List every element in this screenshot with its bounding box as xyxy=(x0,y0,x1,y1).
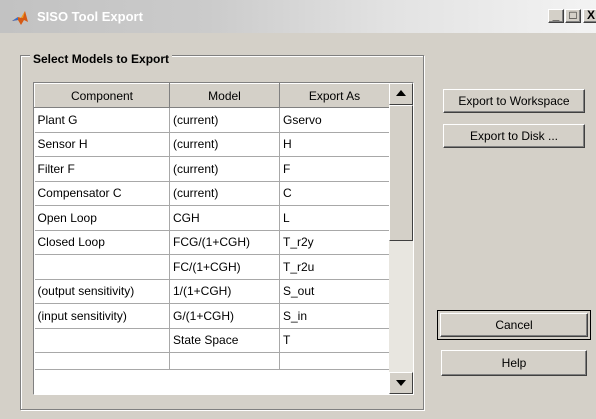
minimize-icon: _ xyxy=(552,8,560,22)
table-row[interactable] xyxy=(34,352,390,370)
model-cell: 1/(1+CGH) xyxy=(169,279,280,304)
table-row[interactable]: (output sensitivity) 1/(1+CGH) S_out xyxy=(34,279,390,304)
component-cell: Open Loop xyxy=(34,205,170,231)
model-cell: FC/(1+CGH) xyxy=(169,254,280,280)
arrow-down-icon xyxy=(396,380,406,386)
help-button[interactable]: Help xyxy=(441,350,587,376)
export-as-cell[interactable]: S_out xyxy=(279,279,390,304)
table-row[interactable]: Plant G (current) Gservo xyxy=(34,107,390,133)
component-cell xyxy=(34,254,170,280)
arrow-up-icon xyxy=(396,90,406,96)
export-as-cell[interactable]: C xyxy=(279,181,390,206)
title-bar[interactable]: SISO Tool Export _ □ X xyxy=(0,0,596,33)
scroll-thumb[interactable] xyxy=(389,105,413,241)
column-header-model[interactable]: Model xyxy=(169,83,280,108)
table-row[interactable]: Open Loop CGH L xyxy=(34,205,390,231)
matlab-logo-icon xyxy=(12,11,28,25)
model-cell: (current) xyxy=(169,181,280,206)
model-cell xyxy=(169,352,280,370)
table-row[interactable]: Compensator C (current) C xyxy=(34,181,390,206)
table-row[interactable]: Sensor H (current) H xyxy=(34,132,390,157)
export-to-disk-button[interactable]: Export to Disk ... xyxy=(443,124,585,148)
export-as-cell[interactable]: H xyxy=(279,132,390,157)
model-cell: (current) xyxy=(169,107,280,133)
maximize-icon: □ xyxy=(569,8,577,22)
table-row[interactable]: (input sensitivity) G/(1+CGH) S_in xyxy=(34,303,390,329)
component-cell: Sensor H xyxy=(34,132,170,157)
export-as-cell[interactable] xyxy=(279,352,390,370)
model-cell: FCG/(1+CGH) xyxy=(169,230,280,255)
column-header-component[interactable]: Component xyxy=(34,83,170,108)
export-as-cell[interactable]: Gservo xyxy=(279,107,390,133)
model-cell: G/(1+CGH) xyxy=(169,303,280,329)
models-table-container: Component Model Export As Plant G (curre… xyxy=(33,82,414,395)
component-cell xyxy=(34,352,170,370)
export-as-cell[interactable]: S_in xyxy=(279,303,390,329)
vertical-scrollbar[interactable] xyxy=(389,83,413,394)
scroll-up-button[interactable] xyxy=(389,83,413,105)
close-button[interactable]: X xyxy=(583,8,596,23)
model-cell: (current) xyxy=(169,156,280,182)
component-cell: (input sensitivity) xyxy=(34,303,170,329)
table-row[interactable]: State Space T xyxy=(34,328,390,353)
component-cell: (output sensitivity) xyxy=(34,279,170,304)
export-as-cell[interactable]: T xyxy=(279,328,390,353)
close-icon: X xyxy=(586,8,595,22)
model-cell: State Space xyxy=(169,328,280,353)
group-label: Select Models to Export xyxy=(30,52,173,66)
model-cell: (current) xyxy=(169,132,280,157)
table-header-row: Component Model Export As xyxy=(34,83,390,108)
cancel-button[interactable]: Cancel xyxy=(437,310,591,340)
component-cell xyxy=(34,328,170,353)
scroll-down-button[interactable] xyxy=(389,372,413,394)
export-as-cell[interactable]: F xyxy=(279,156,390,182)
models-table: Component Model Export As Plant G (curre… xyxy=(34,83,390,370)
component-cell: Plant G xyxy=(34,107,170,133)
export-to-workspace-button[interactable]: Export to Workspace xyxy=(443,89,585,113)
model-cell: CGH xyxy=(169,205,280,231)
export-as-cell[interactable]: T_r2u xyxy=(279,254,390,280)
export-as-cell[interactable]: T_r2y xyxy=(279,230,390,255)
table-row[interactable]: Filter F (current) F xyxy=(34,156,390,182)
siso-export-window: SISO Tool Export _ □ X Select Models to … xyxy=(0,0,596,419)
component-cell: Filter F xyxy=(34,156,170,182)
minimize-button[interactable]: _ xyxy=(548,8,564,23)
component-cell: Compensator C xyxy=(34,181,170,206)
table-row[interactable]: FC/(1+CGH) T_r2u xyxy=(34,254,390,280)
export-as-cell[interactable]: L xyxy=(279,205,390,231)
window-title: SISO Tool Export xyxy=(37,9,143,24)
component-cell: Closed Loop xyxy=(34,230,170,255)
cancel-button-label: Cancel xyxy=(440,313,588,337)
table-row[interactable]: Closed Loop FCG/(1+CGH) T_r2y xyxy=(34,230,390,255)
maximize-button[interactable]: □ xyxy=(565,8,581,23)
column-header-export-as[interactable]: Export As xyxy=(279,83,390,108)
